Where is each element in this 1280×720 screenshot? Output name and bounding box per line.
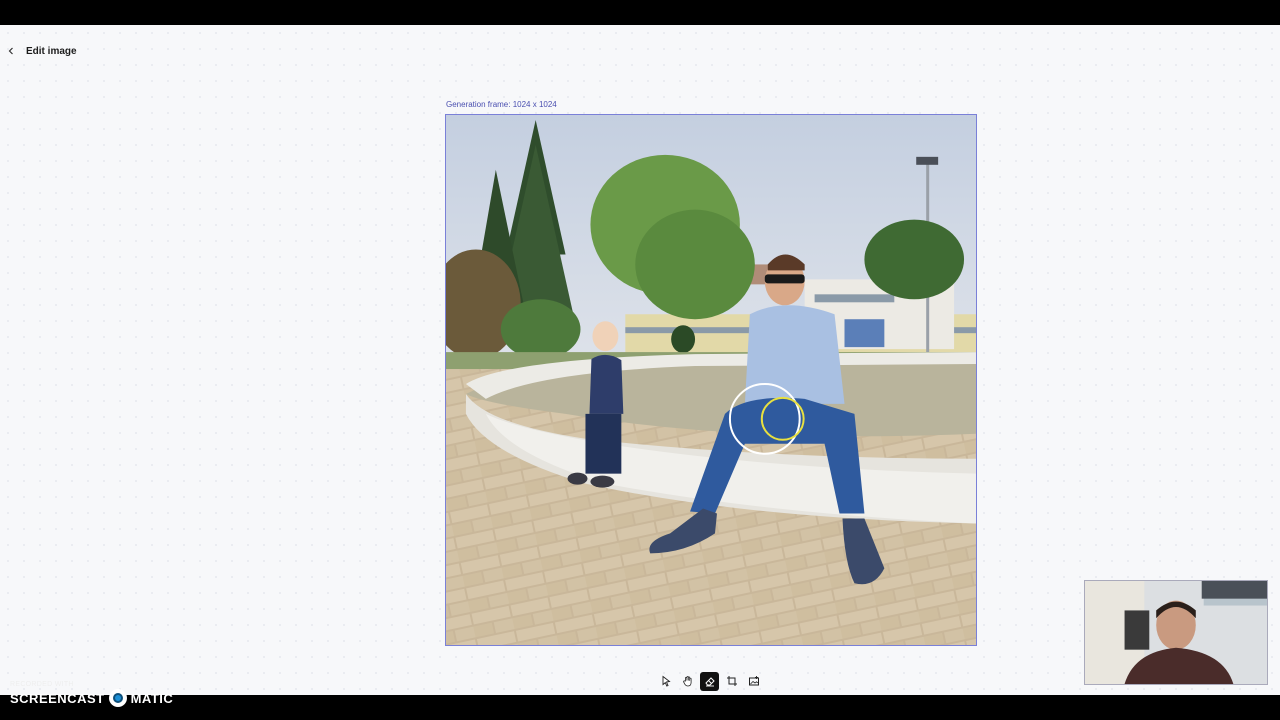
cursor-arrow-icon [662, 675, 671, 687]
back-button-label: Edit image [26, 45, 77, 57]
screencast-matic-logo: SCREENCAST MATIC [10, 689, 173, 707]
recording-letterbox-top [0, 0, 1280, 25]
brand-right: MATIC [130, 690, 174, 706]
crop-icon [726, 676, 737, 686]
select-tool-button[interactable] [656, 672, 675, 691]
generation-frame[interactable] [445, 114, 977, 646]
generation-frame-label: Generation frame: 1024 x 1024 [446, 100, 557, 109]
presenter-video [1085, 581, 1267, 684]
recorded-with-label: RECORDED WITH [10, 681, 74, 688]
editor-canvas-area: Edit image Generation frame: 1024 x 1024 [0, 25, 1280, 695]
image-edit-tool-button[interactable] [744, 672, 763, 691]
pan-tool-button[interactable] [678, 672, 697, 691]
eraser-tool-button[interactable] [700, 671, 719, 691]
recording-letterbox-bottom [0, 695, 1280, 720]
brand-left: SCREENCAST [10, 690, 105, 706]
back-button[interactable]: Edit image [6, 42, 77, 60]
crop-tool-button[interactable] [722, 672, 741, 691]
screencast-watermark: RECORDED WITH SCREENCAST MATIC [10, 681, 173, 707]
chevron-left-icon [8, 47, 13, 55]
edited-photo [446, 115, 976, 645]
image-edit-icon [748, 676, 759, 686]
record-dot-icon [108, 689, 127, 707]
webcam-overlay [1084, 580, 1268, 685]
tool-palette [656, 671, 763, 691]
hand-icon [682, 676, 691, 687]
eraser-icon [704, 677, 715, 687]
